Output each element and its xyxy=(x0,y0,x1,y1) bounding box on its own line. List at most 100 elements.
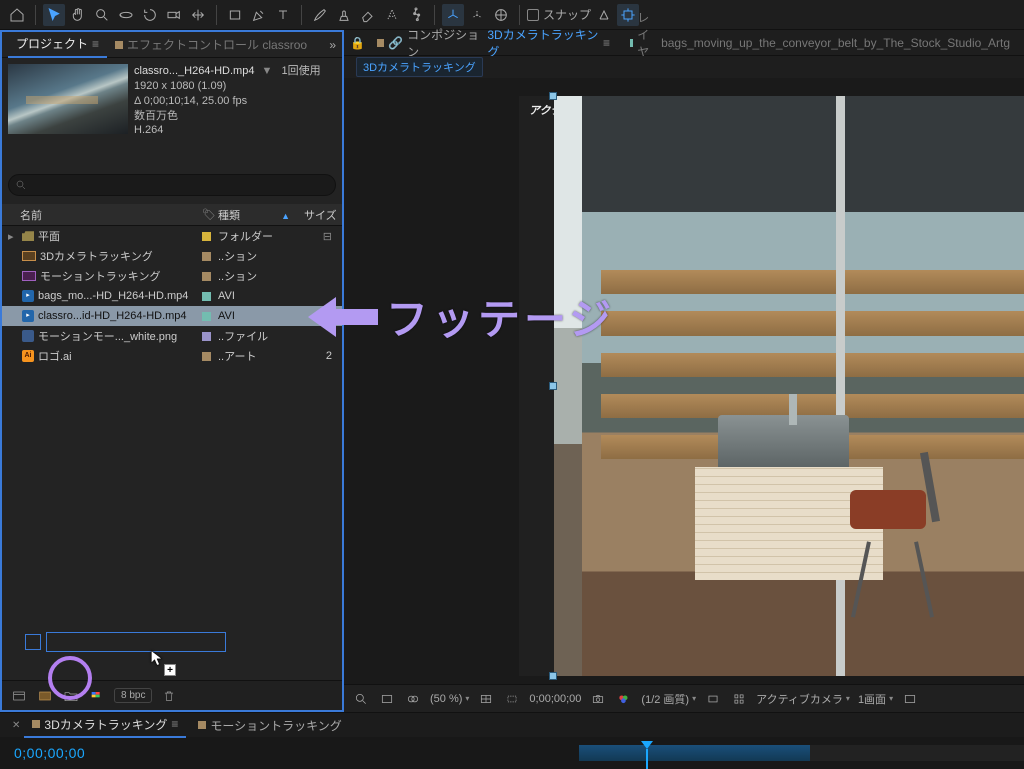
camera-tool-icon[interactable] xyxy=(163,4,185,26)
breadcrumb-item[interactable]: 3Dカメラトラッキング xyxy=(356,57,483,77)
quality-value: (1/2 画質) xyxy=(641,691,689,707)
snapshot-icon[interactable] xyxy=(589,690,607,708)
viewport[interactable]: アクティブカメラ xyxy=(519,96,1024,676)
panel-menu-icon[interactable]: ≡ xyxy=(92,37,99,51)
zoom-dropdown[interactable]: (50 %)▾ xyxy=(430,693,469,705)
time-display[interactable]: 0;00;00;00 xyxy=(529,693,581,705)
new-folder-icon[interactable] xyxy=(62,687,80,705)
hand-tool-icon[interactable] xyxy=(67,4,89,26)
layer-handle-icon[interactable] xyxy=(549,382,557,390)
project-row-type: ..ファイル xyxy=(218,328,298,344)
timeline-tab-active[interactable]: 3Dカメラトラッキング ≡ xyxy=(24,713,186,738)
toggle-alpha-icon[interactable] xyxy=(378,690,396,708)
footage-uses: 1回使用 xyxy=(281,65,320,77)
snap-toggle[interactable]: スナップ xyxy=(527,6,591,23)
tab-comp-name: 3Dカメラトラッキング xyxy=(487,26,599,60)
footage-dimensions: 1920 x 1080 (1.09) xyxy=(134,79,321,94)
close-icon[interactable]: ✕ xyxy=(12,720,20,731)
project-row-size: 2 xyxy=(298,350,342,362)
viewer-breadcrumb: 3Dカメラトラッキング xyxy=(344,56,1024,78)
drop-target-outline xyxy=(46,632,226,652)
camera-dropdown[interactable]: アクティブカメラ▾ xyxy=(756,691,850,707)
orbit-tool-icon[interactable] xyxy=(115,4,137,26)
column-size[interactable]: サイズ xyxy=(298,207,342,223)
composition-icon xyxy=(22,271,36,281)
dropdown-icon[interactable]: ▼ xyxy=(262,65,273,77)
tab-project[interactable]: プロジェクト ≡ xyxy=(8,31,107,58)
trash-icon[interactable] xyxy=(160,687,178,705)
label-swatch-icon[interactable] xyxy=(202,232,211,241)
zoom-tool-icon[interactable] xyxy=(91,4,113,26)
resolution-icon[interactable] xyxy=(477,690,495,708)
rotation-tool-icon[interactable] xyxy=(139,4,161,26)
footage-thumbnail[interactable] xyxy=(8,64,128,134)
column-name[interactable]: 名前 xyxy=(2,207,202,223)
composition-icon xyxy=(22,251,36,261)
quality-dropdown[interactable]: (1/2 画質)▾ xyxy=(641,691,696,707)
expand-panel-icon[interactable]: » xyxy=(329,38,336,52)
viewer-tabbar: 🔒 🔗 コンポジション 3Dカメラトラッキング ≡ レイヤー bags_movi… xyxy=(344,30,1024,56)
brush-tool-icon[interactable] xyxy=(309,4,331,26)
text-tool-icon[interactable] xyxy=(272,4,294,26)
show-channel-icon[interactable] xyxy=(615,690,633,708)
timeline-current-time[interactable]: 0;00;00;00 xyxy=(0,745,99,761)
swatch-icon xyxy=(377,39,384,47)
project-row[interactable]: Aiロゴ.ai..アート2 xyxy=(2,346,342,366)
project-row[interactable]: ▸平面フォルダー⊟ xyxy=(2,226,342,246)
new-comp-icon[interactable] xyxy=(36,687,54,705)
viewcount-dropdown[interactable]: 1画面▾ xyxy=(858,691,893,707)
selection-tool-icon[interactable] xyxy=(43,4,65,26)
project-row[interactable]: モーションモー..._white.png..ファイル xyxy=(2,326,342,346)
label-swatch-icon[interactable] xyxy=(202,352,211,361)
layer-handle-icon[interactable] xyxy=(549,672,557,680)
label-swatch-icon[interactable] xyxy=(202,252,211,261)
project-row[interactable]: モーショントラッキング..ション xyxy=(2,266,342,286)
label-swatch-icon[interactable] xyxy=(202,332,211,341)
clone-stamp-tool-icon[interactable] xyxy=(333,4,355,26)
column-type[interactable]: 種類▲ xyxy=(218,207,298,223)
project-row-type: AVI xyxy=(218,310,298,322)
column-tag-icon[interactable]: 🏷 xyxy=(202,208,218,221)
project-row[interactable]: ▸bags_mo...-HD_H264-HD.mp4AVI xyxy=(2,286,342,306)
disclosure-icon[interactable]: ▸ xyxy=(8,230,18,243)
layer-handle-icon[interactable] xyxy=(549,92,557,100)
label-swatch-icon[interactable] xyxy=(202,272,211,281)
sort-asc-icon: ▲ xyxy=(281,211,290,221)
timeline-work-area[interactable] xyxy=(579,745,810,761)
pan-behind-tool-icon[interactable] xyxy=(187,4,209,26)
flowchart-icon[interactable]: ⊟ xyxy=(323,231,332,243)
footage-frame[interactable] xyxy=(554,96,1024,676)
pen-tool-icon[interactable] xyxy=(248,4,270,26)
project-row-type: AVI xyxy=(218,290,298,302)
exposure-icon[interactable] xyxy=(704,690,722,708)
roi-icon[interactable] xyxy=(503,690,521,708)
snap-label: スナップ xyxy=(543,6,591,23)
bpc-button[interactable]: 8 bpc xyxy=(114,688,152,703)
project-search-input[interactable] xyxy=(8,174,336,196)
swatch-icon xyxy=(115,41,123,49)
fast-preview-icon[interactable] xyxy=(730,690,748,708)
playhead-icon[interactable] xyxy=(641,741,653,749)
interpret-footage-icon[interactable] xyxy=(10,687,28,705)
label-swatch-icon[interactable] xyxy=(202,292,211,301)
timeline-panel: ✕ 3Dカメラトラッキング ≡ モーショントラッキング 0;00;00;00 xyxy=(0,712,1024,768)
project-row[interactable]: 3Dカメラトラッキング..ション xyxy=(2,246,342,266)
tab-effect-controls[interactable]: エフェクトコントロール classroo xyxy=(107,32,315,57)
timeline-track[interactable] xyxy=(579,745,1024,761)
project-row[interactable]: ▸classro...id-HD_H264-HD.mp4AVI xyxy=(2,306,342,326)
toggle-grid-icon[interactable] xyxy=(901,690,919,708)
label-swatch-icon[interactable] xyxy=(202,312,211,321)
home-icon[interactable] xyxy=(6,4,28,26)
toggle-mask-icon[interactable] xyxy=(404,690,422,708)
tab-layer-name: bags_moving_up_the_conveyor_belt_by_The_… xyxy=(661,36,1010,50)
viewer-canvas[interactable]: アクティブカメラ xyxy=(344,78,1024,684)
project-settings-icon[interactable] xyxy=(88,687,106,705)
timeline-tab-other[interactable]: モーショントラッキング xyxy=(190,714,349,737)
panel-menu-icon[interactable]: ≡ xyxy=(171,717,178,731)
panel-menu-icon[interactable]: ≡ xyxy=(603,36,610,50)
magnify-icon[interactable] xyxy=(352,690,370,708)
lock-icon[interactable]: 🔒 xyxy=(350,36,365,50)
project-row-type: ..ション xyxy=(218,268,298,284)
checkbox-icon[interactable] xyxy=(527,9,539,21)
rectangle-tool-icon[interactable] xyxy=(224,4,246,26)
